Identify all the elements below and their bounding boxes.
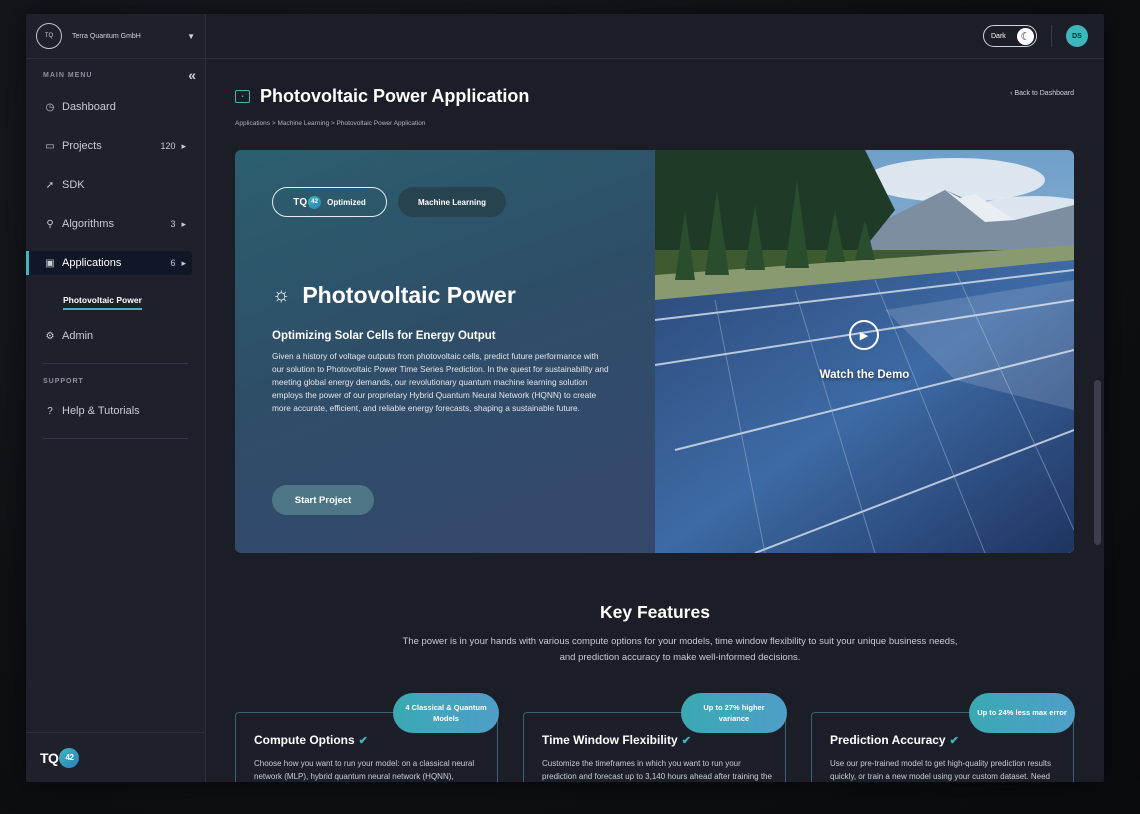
hero-title-text: Photovoltaic Power [302,282,516,308]
rocket-icon: ➚ [45,179,55,191]
sidebar-item-label: Admin [62,330,94,342]
sidebar-item-projects[interactable]: ▭ Projects 120 ▸ [26,134,192,158]
help-circle-icon: ? [47,405,53,417]
tq42-logo-text: TQ [40,749,59,766]
chevron-right-icon: ▸ [181,218,186,229]
check-icon: ✔ [358,735,368,747]
sidebar-subnav: Photovoltaic Power [26,290,205,324]
sidebar-item-label: Dashboard [62,101,116,113]
hero-description: Given a history of voltage outputs from … [272,351,609,414]
feature-badge: Up to 27% higher variance [681,693,787,733]
tq42-mini-logo: TQ 42 [293,195,322,209]
check-icon: ✔ [681,735,691,747]
theme-label: Dark [991,32,1006,40]
start-project-button[interactable]: Start Project [272,485,374,515]
sidebar-item-count: 120 [160,141,176,151]
app-window: TQ Terra Quantum GmbH ▼ MAIN MENU « ◷ Da… [26,14,1104,782]
feature-card-title: Time Window Flexibility ✔ [542,733,691,747]
check-icon: ✔ [949,735,959,747]
sidebar-item-count: 3 [170,219,176,229]
feature-card-description: Customize the timeframes in which you wa… [542,759,772,782]
chevron-down-icon[interactable]: ▼ [187,32,195,41]
key-features-title: Key Features [600,602,710,622]
sidebar-item-admin[interactable]: ⚙ Admin [26,324,192,348]
hero-banner: TQ 42 Optimized Machine Learning ☼ Photov… [235,150,1074,553]
sidebar-item-label: SDK [62,179,85,191]
sidebar-divider [43,438,188,439]
solar-panel-landscape-image [655,150,1074,553]
watch-demo-label[interactable]: Watch the Demo [655,369,1074,381]
feature-card-title: Prediction Accuracy ✔ [830,733,959,747]
feature-card-description: Choose how you want to run your model: o… [254,759,475,782]
sidebar-item-help[interactable]: ? Help & Tutorials [26,399,192,423]
tag-label: Optimized [327,197,366,207]
sidebar-subitem-photovoltaic-power[interactable]: Photovoltaic Power [63,295,142,310]
sidebar-footer: TQ 42 [26,732,206,782]
admin-gears-icon: ⚙ [45,330,55,342]
collapse-sidebar-icon[interactable]: « [188,67,197,83]
play-icon[interactable]: ▶ [849,320,879,350]
chevron-right-icon: ▸ [181,140,186,151]
hero-info-panel: TQ 42 Optimized Machine Learning ☼ Photov… [235,150,655,553]
feature-card-title: Compute Options ✔ [254,733,368,747]
back-link-label: Back to Dashboard [1014,90,1074,97]
topbar-divider [1051,25,1052,47]
main-menu-header: MAIN MENU « [26,59,205,83]
topbar: Dark ☾ DS [206,14,1104,59]
chevron-right-icon: ▸ [181,257,186,268]
back-to-dashboard-link[interactable]: ‹ Back to Dashboard [1010,90,1074,97]
hero-title: ☼ Photovoltaic Power [272,282,516,309]
org-logo-icon: TQ [36,23,62,49]
feature-card-compute-options: 4 Classical & Quantum Models Compute Opt… [235,693,499,782]
sidebar-item-algorithms[interactable]: ⚲ Algorithms 3 ▸ [26,212,192,236]
sidebar-item-dashboard[interactable]: ◷ Dashboard [26,95,192,119]
sidebar-item-applications[interactable]: ▣ Applications 6 ▸ [26,251,192,275]
tq42-logo-badge: 42 [59,747,80,768]
avatar[interactable]: DS [1066,25,1088,47]
sidebar-item-sdk[interactable]: ➚ SDK [26,173,192,197]
key-features-description: The power is in your hands with various … [402,636,958,663]
support-heading: SUPPORT [43,378,84,385]
theme-toggle[interactable]: Dark ☾ [983,25,1037,47]
app-window-icon: ▪ [235,90,250,103]
machine-learning-tag: Machine Learning [398,187,506,217]
feature-badge: 4 Classical & Quantum Models [393,693,499,733]
org-name: Terra Quantum GmbH [72,32,141,40]
feature-card-description: Use our pre-trained model to get high-qu… [830,759,1052,782]
moon-icon: ☾ [1017,27,1034,45]
main-content: ▪ Photovoltaic Power Application ‹ Back … [206,60,1104,782]
demo-video-thumbnail[interactable]: ▶ Watch the Demo [655,150,1074,553]
breadcrumb: Applications > Machine Learning > Photov… [235,120,426,127]
sidebar-item-label: Help & Tutorials [62,405,140,417]
main-menu-heading: MAIN MENU [43,71,93,79]
hero-subtitle: Optimizing Solar Cells for Energy Output [272,330,496,342]
sidebar-item-count: 6 [170,258,176,268]
sidebar-item-label: Applications [62,257,122,269]
support-nav: ? Help & Tutorials [26,399,205,423]
page-header: ▪ Photovoltaic Power Application [235,86,529,107]
tq42-logo: TQ 42 [40,747,80,768]
app-window-icon: ▣ [45,257,55,269]
org-switcher[interactable]: TQ Terra Quantum GmbH ▼ [26,14,205,59]
main-nav: ◷ Dashboard ▭ Projects 120 ▸ ➚ SDK ⚲ Alg… [26,95,205,348]
sun-icon: ☼ [272,284,291,306]
feature-card-time-window: Up to 27% higher variance Time Window Fl… [523,693,787,782]
page-title: Photovoltaic Power Application [260,86,530,106]
sidebar-item-label: Algorithms [62,218,114,230]
gauge-icon: ◷ [45,101,55,113]
feature-card-prediction-accuracy: Up to 24% less max error Prediction Accu… [811,693,1075,782]
sidebar: TQ Terra Quantum GmbH ▼ MAIN MENU « ◷ Da… [26,14,206,782]
folder-icon: ▭ [45,140,55,152]
algorithm-icon: ⚲ [46,218,54,230]
tq42-optimized-tag: TQ 42 Optimized [272,187,387,217]
scrollbar[interactable] [1094,380,1101,545]
feature-badge: Up to 24% less max error [969,693,1075,733]
sidebar-item-label: Projects [62,140,102,152]
